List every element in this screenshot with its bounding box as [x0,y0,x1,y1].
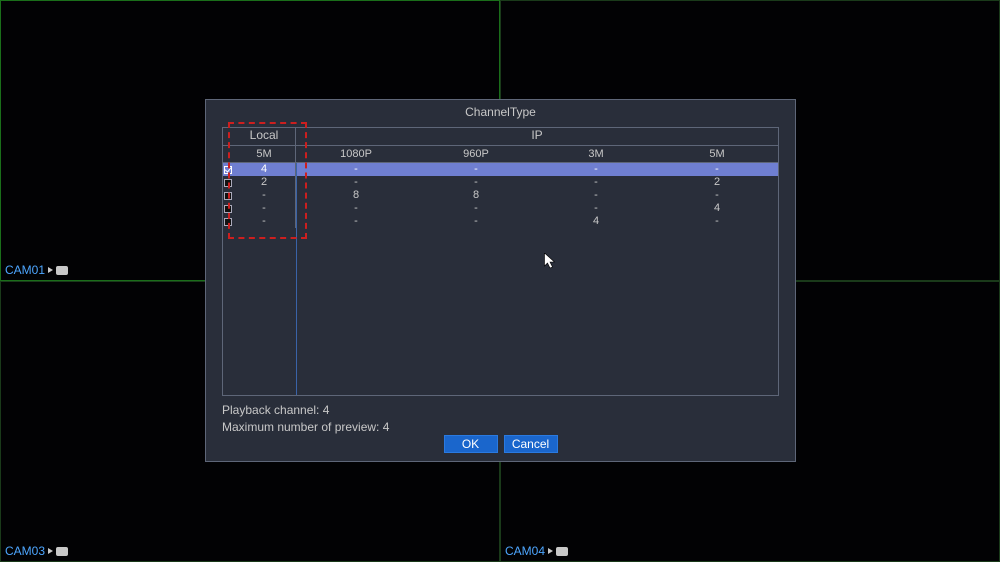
column-header-ip-5m: 5M [656,146,778,163]
channel-table: Local IP 5M 1080P 960P 3M 5M 4----2---2-… [222,127,779,396]
camera-label: CAM04 [505,544,568,558]
cell-ip-5m: - [656,215,778,228]
dialog-footer: Playback channel: 4 Maximum number of pr… [222,402,779,436]
max-preview-text: Maximum number of preview: 4 [222,419,779,436]
row-checkbox[interactable] [224,218,232,226]
row-checkbox-cell [223,189,233,202]
cell-960p: 8 [416,189,536,202]
table-row[interactable]: -88-- [223,189,778,202]
cell-960p: - [416,215,536,228]
column-header-960p: 960P [416,146,536,163]
speaker-icon [548,548,553,554]
cell-ip-5m: - [656,189,778,202]
cell-960p: - [416,202,536,215]
cell-3m: - [536,189,656,202]
column-header-3m: 3M [536,146,656,163]
cell-960p: - [416,176,536,189]
table-row[interactable]: ---4- [223,215,778,228]
cell-local-5m: - [233,215,296,228]
dialog-title: ChannelType [206,100,795,124]
camera-name: CAM04 [505,544,545,558]
cell-3m: - [536,163,656,176]
cell-1080p: - [296,215,416,228]
column-group-local: Local [233,128,296,146]
cell-ip-5m: 4 [656,202,778,215]
playback-channel-text: Playback channel: 4 [222,402,779,419]
cell-1080p: - [296,163,416,176]
table-row[interactable]: ----4 [223,202,778,215]
column-divider [296,163,297,395]
cell-local-5m: - [233,202,296,215]
row-checkbox[interactable] [224,205,232,213]
table-row[interactable]: 2---2 [223,176,778,189]
cell-3m: 4 [536,215,656,228]
cell-ip-5m: - [656,163,778,176]
column-header-1080p: 1080P [296,146,416,163]
cell-local-5m: - [233,189,296,202]
camera-label: CAM01 [5,263,68,277]
column-group-ip: IP [296,128,778,146]
cell-1080p: - [296,202,416,215]
cell-3m: - [536,202,656,215]
cell-1080p: - [296,176,416,189]
row-checkbox-cell [223,176,233,189]
speaker-icon [48,548,53,554]
row-checkbox-cell [223,163,233,176]
row-checkbox[interactable] [224,192,232,200]
cancel-button[interactable]: Cancel [504,435,558,453]
camera-icon [556,547,568,556]
row-checkbox-cell [223,215,233,228]
cell-local-5m: 2 [233,176,296,189]
camera-name: CAM01 [5,263,45,277]
cell-local-5m: 4 [233,163,296,176]
checkbox-column-header [223,128,233,146]
table-row[interactable]: 4---- [223,163,778,176]
cell-1080p: 8 [296,189,416,202]
cell-ip-5m: 2 [656,176,778,189]
cell-3m: - [536,176,656,189]
cell-960p: - [416,163,536,176]
speaker-icon [48,267,53,273]
column-header-local-5m: 5M [233,146,296,163]
ok-button[interactable]: OK [444,435,498,453]
camera-icon [56,266,68,275]
camera-icon [56,547,68,556]
camera-name: CAM03 [5,544,45,558]
checkbox-column-header [223,146,233,163]
row-checkbox[interactable] [224,179,232,187]
camera-label: CAM03 [5,544,68,558]
channel-type-dialog: ChannelType Local IP 5M 1080P 960P 3M 5M… [205,99,796,462]
row-checkbox-cell [223,202,233,215]
row-checkbox[interactable] [224,166,232,174]
